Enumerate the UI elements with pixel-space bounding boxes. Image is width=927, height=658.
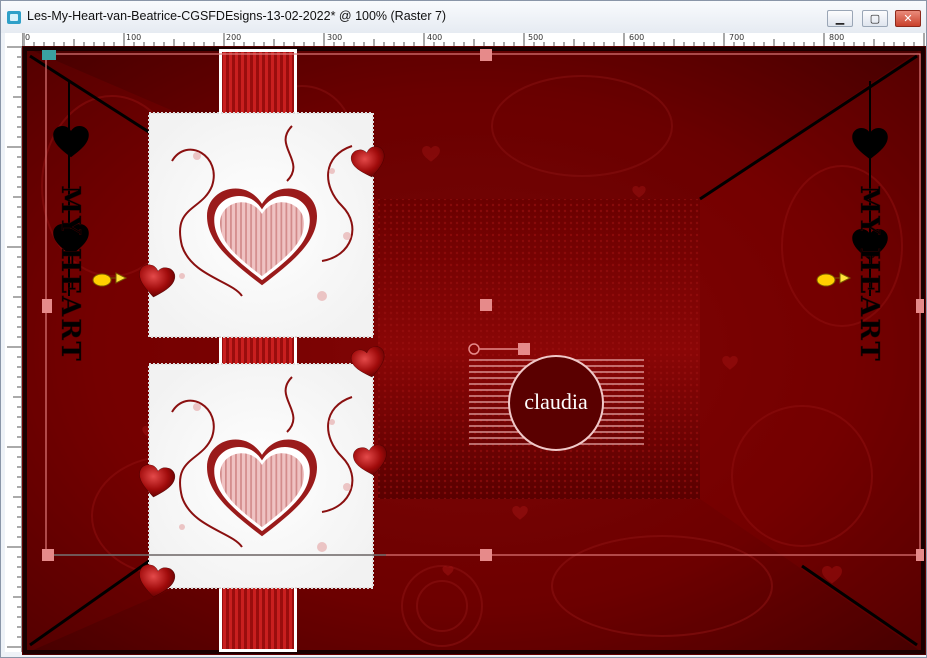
ruler-label: 200 <box>226 33 242 42</box>
ruler-label: 400 <box>427 33 443 42</box>
canvas-artwork: MY HEART MY HEART claudia <box>22 46 926 655</box>
ruler-label: 100 <box>126 33 142 42</box>
ruler-label: 500 <box>528 33 544 42</box>
heart-card-top <box>148 112 374 338</box>
close-button[interactable]: ✕ <box>895 10 921 27</box>
right-vertical-text: MY HEART <box>854 185 884 362</box>
ruler-label: 700 <box>729 33 745 42</box>
pivot-handle[interactable] <box>480 299 492 311</box>
minimize-button[interactable]: ▁ <box>827 10 853 27</box>
ruler-label: 600 <box>629 33 645 42</box>
left-vertical-text: MY HEART <box>55 185 85 362</box>
center-panel-texture <box>378 199 700 499</box>
layer-origin-marker <box>42 50 56 60</box>
ruler-label: 0 <box>25 33 31 42</box>
close-icon: ✕ <box>903 12 913 25</box>
selection-handle[interactable] <box>42 549 54 561</box>
ruler-label: 300 <box>327 33 343 42</box>
minimize-icon: ▁ <box>835 12 845 25</box>
window-title: Les-My-Heart-van-Beatrice-CGSFDEsigns-13… <box>27 9 447 23</box>
selection-handle[interactable] <box>916 299 924 313</box>
selection-handle[interactable] <box>42 299 52 313</box>
app-window: Les-My-Heart-van-Beatrice-CGSFDEsigns-13… <box>0 0 927 658</box>
horizontal-ruler[interactable]: 0 100 200 300 400 500 600 700 800 <box>23 33 926 47</box>
ruler-corner <box>5 33 23 47</box>
vertical-ruler[interactable] <box>5 46 22 652</box>
watermark-text: claudia <box>524 389 588 414</box>
image-canvas[interactable]: MY HEART MY HEART claudia <box>22 46 926 655</box>
vertical-ruler-ticks <box>7 46 21 648</box>
horizontal-ruler-ticks <box>23 33 925 46</box>
selection-handle[interactable] <box>480 49 492 61</box>
app-icon[interactable] <box>7 11 21 24</box>
maximize-icon: ▢ <box>869 12 881 25</box>
selection-handle[interactable] <box>916 549 924 561</box>
title-bar[interactable]: Les-My-Heart-van-Beatrice-CGSFDEsigns-13… <box>1 1 926 33</box>
rotation-handle-box[interactable] <box>518 343 530 355</box>
ruler-label: 800 <box>829 33 845 42</box>
selection-handle[interactable] <box>480 549 492 561</box>
maximize-button[interactable]: ▢ <box>862 10 888 27</box>
